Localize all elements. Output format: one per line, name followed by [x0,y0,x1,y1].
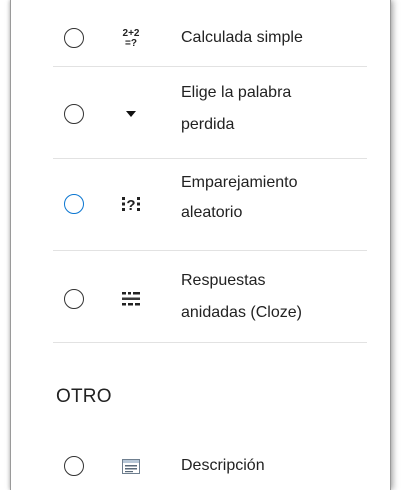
option-label-line-1: Emparejamiento [181,174,298,191]
divider [53,250,367,251]
description-icon [117,455,145,477]
option-description[interactable]: Descripción [11,446,390,486]
divider [53,66,367,67]
dropdown-arrow-icon [117,103,145,125]
calculated-simple-icon: 2+2 =? [117,27,145,49]
option-label: Descripción [181,457,265,474]
option-calculated-simple[interactable]: 2+2 =? Calculada simple [11,18,390,58]
radio-description[interactable] [64,456,84,476]
radio-calculated-simple[interactable] [64,28,84,48]
option-label: Calculada simple [181,29,303,46]
divider [53,158,367,159]
radio-random-short-answer-matching[interactable] [64,194,84,214]
random-matching-icon: ? [117,193,145,215]
cloze-icon [117,288,145,310]
radio-select-missing-words[interactable] [64,104,84,124]
radio-embedded-answers-cloze[interactable] [64,289,84,309]
svg-text:=?: =? [125,38,137,49]
question-type-list: 2+2 =? Calculada simple Elige la palabra… [10,0,391,490]
divider [53,342,367,343]
option-label-line-1: Elige la palabra [181,84,292,101]
option-label-line-2: perdida [181,116,235,133]
option-label-line-2: aleatorio [181,204,243,221]
option-label-line-2: anidadas (Cloze) [181,304,302,321]
option-random-short-answer-matching[interactable]: ? Emparejamiento aleatorio [11,164,390,244]
option-select-missing-words[interactable]: Elige la palabra perdida [11,72,390,152]
svg-text:?: ? [126,197,135,214]
option-label-line-1: Respuestas [181,272,266,289]
section-title-other: OTRO [56,386,112,407]
option-embedded-answers-cloze[interactable]: Respuestas anidadas (Cloze) [11,256,390,340]
